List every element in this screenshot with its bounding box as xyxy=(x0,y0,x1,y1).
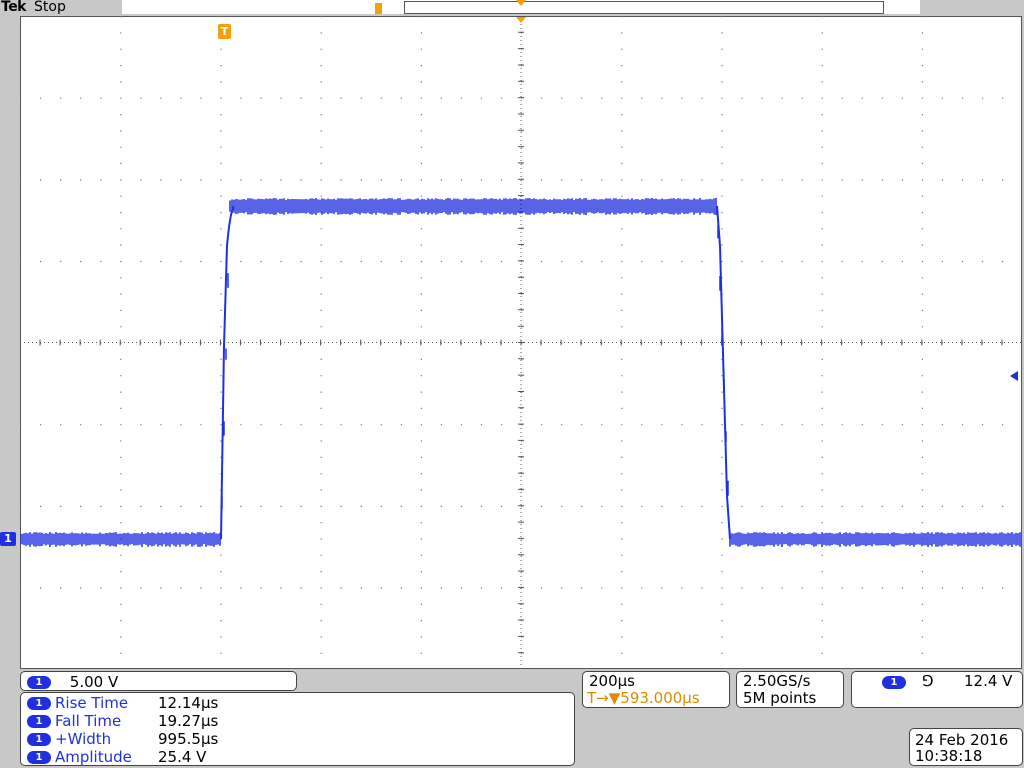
measurement-value: 25.4 V xyxy=(158,748,207,766)
measurement-source-badge: 1 xyxy=(27,715,51,728)
axis-ticks xyxy=(20,16,1022,654)
measurement-label: Fall Time xyxy=(55,712,122,730)
sample-rate: 2.50GS/s xyxy=(743,672,811,690)
measurement-source-badge: 1 xyxy=(27,697,51,710)
measurement-row[interactable]: 1 Fall Time 19.27µs xyxy=(27,712,218,730)
trigger-level-arrow-icon[interactable] xyxy=(1010,371,1018,381)
measurement-label: Amplitude xyxy=(55,748,132,766)
rising-edge xyxy=(220,205,235,540)
measurement-value: 995.5µs xyxy=(158,730,219,748)
expansion-point-icon xyxy=(516,17,526,23)
measurement-label: Rise Time xyxy=(55,694,129,712)
measurement-value: 19.27µs xyxy=(158,712,219,730)
status-bar: Tek Stop xyxy=(0,0,1024,16)
trigger-source-badge: 1 xyxy=(882,676,906,689)
record-length: 5M points xyxy=(743,689,817,707)
timebase-readout[interactable]: 200µs T→▼593.000µs xyxy=(582,671,730,708)
measurement-source-badge: 1 xyxy=(27,751,51,764)
record-view-window[interactable] xyxy=(404,1,884,14)
waveform-noise xyxy=(20,198,1021,547)
measurement-row[interactable]: 1 +Width 995.5µs xyxy=(27,730,218,748)
datetime-readout: 24 Feb 2016 10:38:18 xyxy=(909,728,1023,766)
channel-scale-readout[interactable]: 1 5.00 V xyxy=(20,671,297,691)
ch1-scale: 5.00 V xyxy=(69,673,119,691)
ch1-badge: 1 xyxy=(27,676,51,689)
waveform-display xyxy=(20,16,1022,669)
measurement-source-badge: 1 xyxy=(27,733,51,746)
acquisition-readout[interactable]: 2.50GS/s 5M points xyxy=(736,671,844,708)
grid-dots xyxy=(20,16,1022,654)
brand-logo: Tek xyxy=(1,0,27,15)
time: 10:38:18 xyxy=(915,747,983,765)
measurement-label: +Width xyxy=(55,730,112,748)
acquisition-state: Stop xyxy=(34,0,66,15)
record-trigger-marker xyxy=(375,3,382,14)
delay-icon: T→▼ xyxy=(587,689,621,707)
measurement-panel: 1 Rise Time 12.14µs 1 Fall Time 19.27µs 1 +Widt… xyxy=(20,692,575,766)
trigger-position-icon[interactable]: T xyxy=(218,24,231,39)
measurement-value: 12.14µs xyxy=(158,694,219,712)
measurement-row[interactable]: 1 Rise Time 12.14µs xyxy=(27,694,218,712)
measurement-row[interactable]: 1 Amplitude 25.4 V xyxy=(27,748,206,766)
trigger-level: 12.4 V xyxy=(964,672,1013,690)
ch1-ground-marker-icon[interactable]: 1 xyxy=(0,532,16,546)
record-position-arrow-icon xyxy=(516,0,526,6)
trigger-readout[interactable]: 1 ⅁ 12.4 V xyxy=(851,671,1023,708)
horizontal-scale: 200µs xyxy=(589,672,635,690)
rising-edge-icon: ⅁ xyxy=(922,672,934,690)
trigger-delay: 593.000µs xyxy=(620,689,700,707)
